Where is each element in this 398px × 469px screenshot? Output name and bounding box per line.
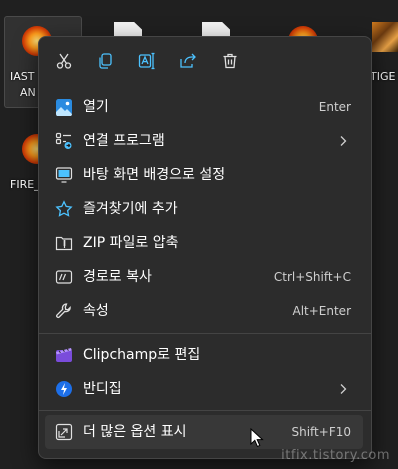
open-with-icon: [55, 132, 73, 150]
menu-item-label: 더 많은 옵션 표시: [83, 424, 187, 440]
menu-item-clipchamp[interactable]: Clipchamp로 편집: [45, 338, 363, 372]
menu-separator: [39, 410, 371, 411]
copy-path-icon: [55, 268, 73, 286]
more-options-icon: [55, 423, 73, 441]
menu-item-shortcut: Ctrl+Shift+C: [273, 270, 351, 284]
zip-folder-icon: [55, 234, 73, 252]
menu-item-shortcut: Alt+Enter: [292, 304, 351, 318]
share-button[interactable]: [177, 50, 199, 72]
menu-item-show-more-options[interactable]: 더 많은 옵션 표시 Shift+F10: [45, 415, 363, 449]
desktop-background-icon: [55, 166, 73, 184]
menu-item-properties[interactable]: 속성 Alt+Enter: [45, 294, 363, 328]
menu-item-shortcut: Shift+F10: [291, 425, 351, 439]
chevron-right-icon: [340, 136, 347, 146]
menu-item-bandizip[interactable]: 반디집: [45, 372, 363, 406]
menu-item-label: 경로로 복사: [83, 269, 152, 285]
context-menu: 열기 Enter 연결 프로그램 바탕 화면 배경으로 설정 즐겨찾기에 추가 …: [38, 36, 372, 459]
copy-icon: [99, 53, 112, 69]
menu-item-label: 연결 프로그램: [83, 133, 165, 149]
menu-item-label: 반디집: [83, 381, 122, 397]
context-menu-toolbar: [39, 37, 371, 87]
menu-item-add-favorites[interactable]: 즐겨찾기에 추가: [45, 192, 363, 226]
file-label-line1: IAST: [10, 70, 35, 83]
rename-button[interactable]: [136, 50, 158, 72]
share-icon: [180, 53, 196, 68]
mouse-cursor-icon: [250, 428, 264, 448]
file-label-tiger: TIGE: [370, 70, 396, 83]
rename-icon: [138, 52, 155, 70]
menu-item-label: 바탕 화면 배경으로 설정: [83, 167, 226, 183]
menu-item-copy-path[interactable]: 경로로 복사 Ctrl+Shift+C: [45, 260, 363, 294]
image-icon: [55, 98, 73, 116]
menu-separator: [39, 333, 371, 334]
bandizip-icon: [55, 380, 73, 398]
delete-button[interactable]: [219, 50, 241, 72]
menu-item-compress-zip[interactable]: ZIP 파일로 압축: [45, 226, 363, 260]
menu-item-shortcut: Enter: [318, 100, 351, 114]
cut-icon: [56, 53, 72, 69]
menu-item-open-with[interactable]: 연결 프로그램: [45, 124, 363, 158]
star-icon: [55, 200, 73, 218]
menu-item-label: 열기: [83, 99, 109, 115]
copy-button[interactable]: [94, 50, 116, 72]
watermark-text: itfix.tistory.com: [281, 448, 390, 463]
file-label-line2: AN: [20, 86, 36, 99]
menu-item-set-background[interactable]: 바탕 화면 배경으로 설정: [45, 158, 363, 192]
chevron-right-icon: [340, 384, 347, 394]
cut-button[interactable]: [53, 50, 75, 72]
menu-item-open[interactable]: 열기 Enter: [45, 90, 363, 124]
menu-item-label: Clipchamp로 편집: [83, 347, 201, 363]
menu-item-label: 속성: [83, 303, 109, 319]
menu-item-label: 즐겨찾기에 추가: [83, 201, 178, 217]
file-label-fire: FIRE_: [10, 178, 40, 191]
file-thumbnail-tiger[interactable]: [372, 22, 398, 52]
wrench-icon: [55, 302, 73, 320]
delete-icon: [223, 53, 237, 69]
menu-item-label: ZIP 파일로 압축: [83, 235, 179, 251]
clipchamp-icon: [55, 346, 73, 364]
